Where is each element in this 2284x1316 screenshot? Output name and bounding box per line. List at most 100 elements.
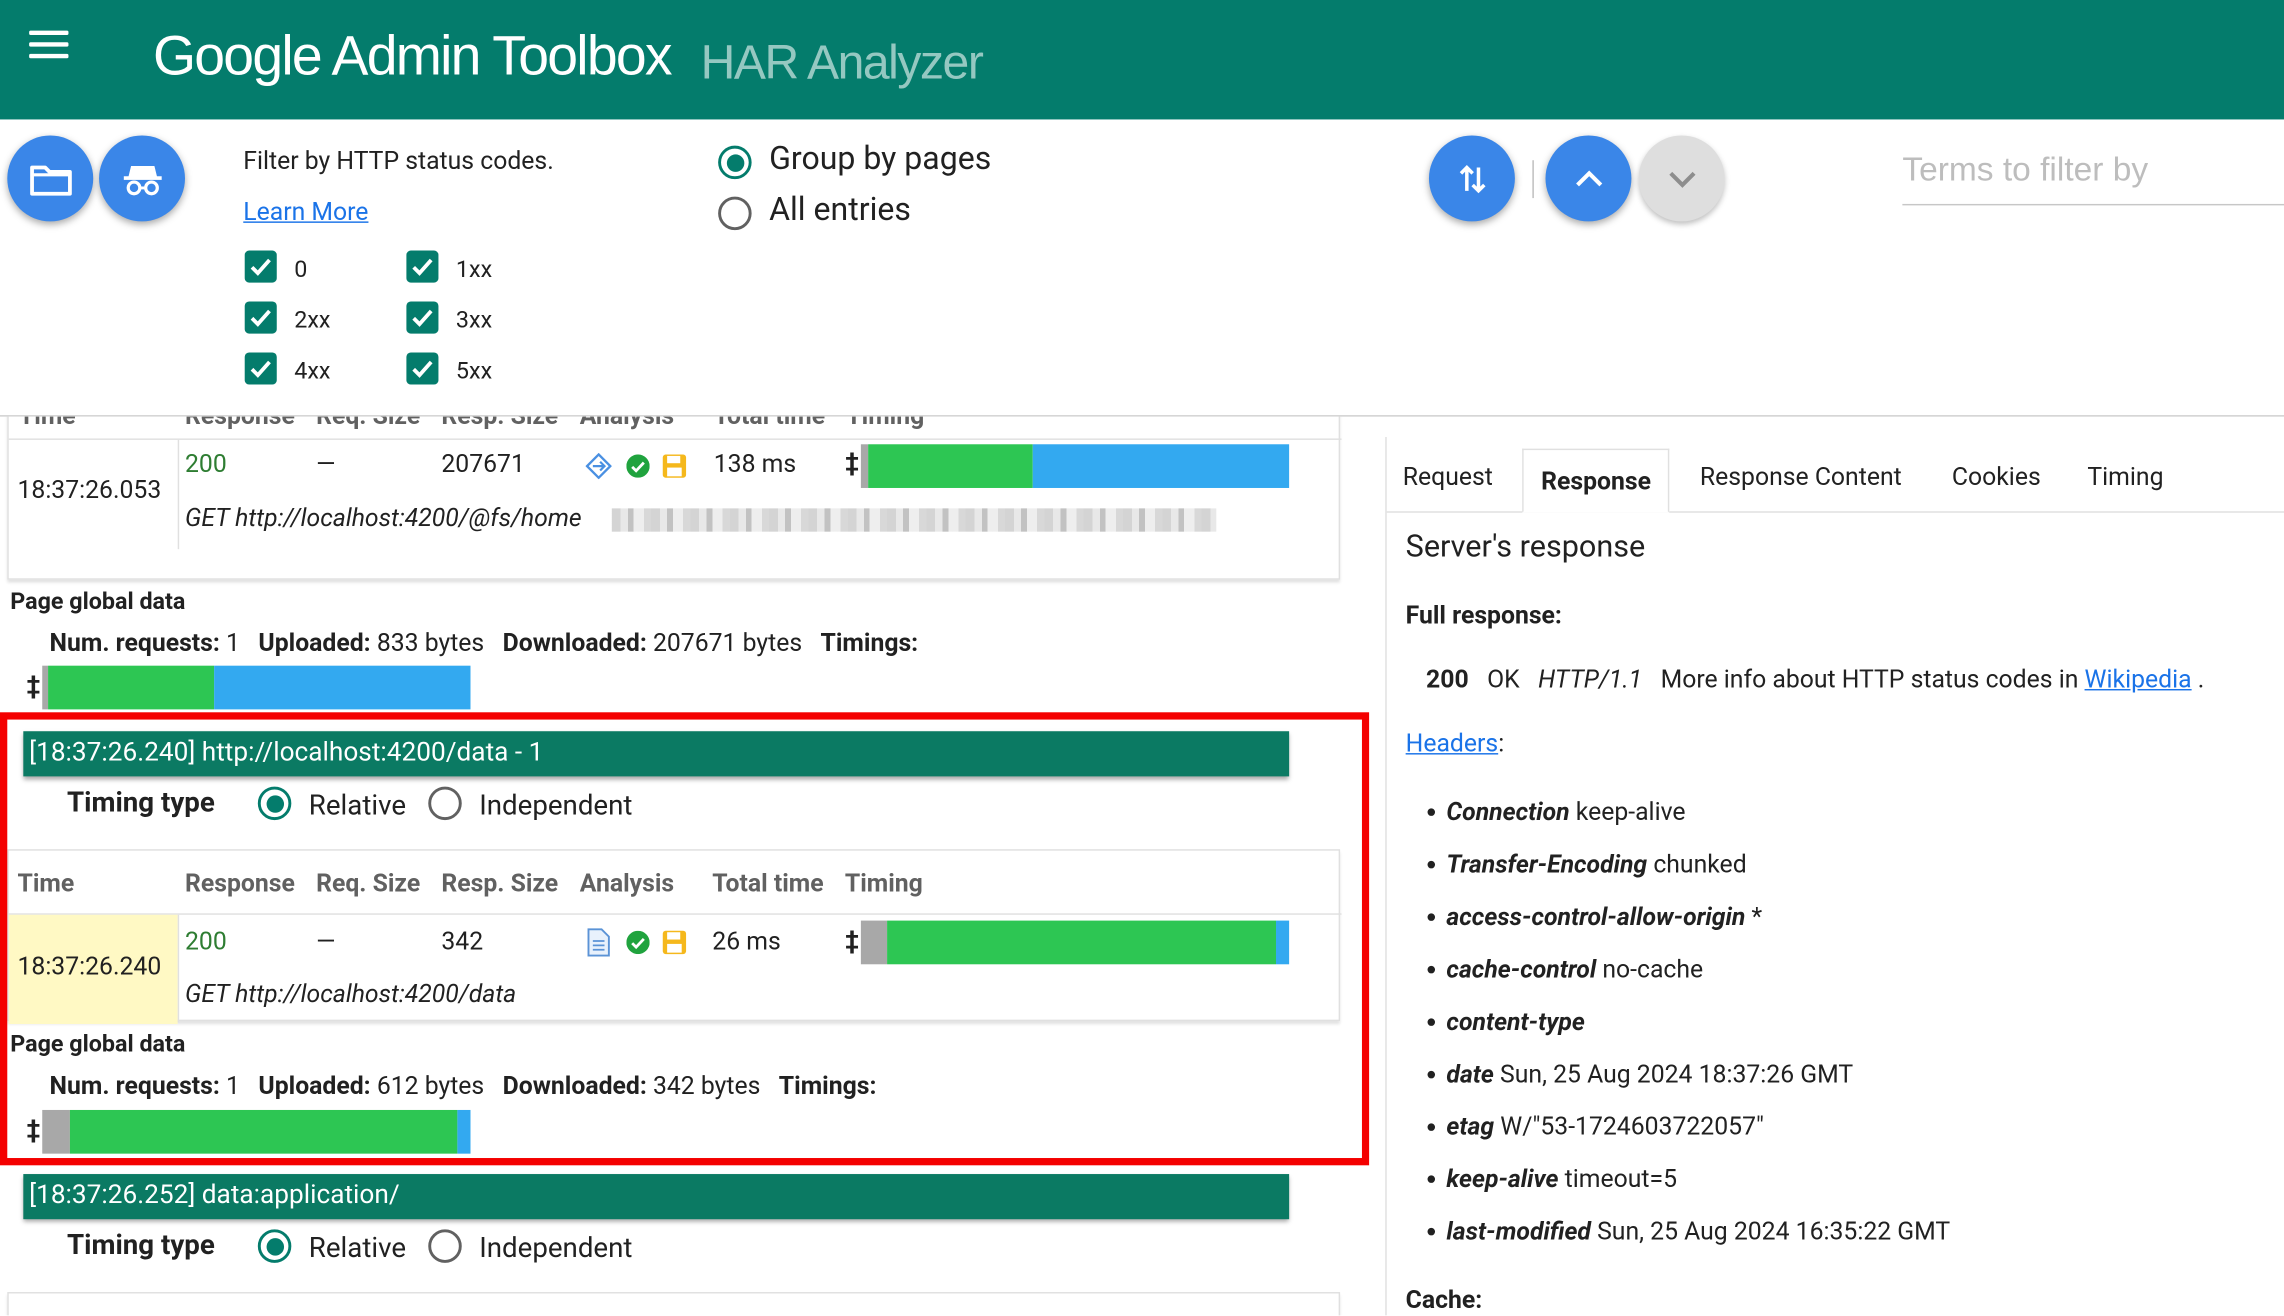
uploaded-label: Uploaded: [258, 629, 371, 659]
column-header-total-time[interactable]: Total time [714, 417, 825, 432]
app-subtitle: HAR Analyzer [700, 34, 984, 89]
radio-group-by-pages[interactable] [718, 145, 752, 180]
headers-link[interactable]: Headers [1406, 730, 1499, 759]
radio-timing-relative[interactable] [257, 1229, 292, 1263]
global-timing-receive [214, 665, 471, 710]
incognito-icon [123, 165, 161, 195]
status-text: OK [1487, 665, 1520, 695]
tab-request[interactable]: Request [1403, 463, 1493, 492]
header-key: etag [1446, 1112, 1495, 1143]
downloaded-label: Downloaded: [502, 629, 647, 659]
header-key: keep-alive [1446, 1165, 1559, 1195]
checkbox-label: 4xx [294, 356, 331, 385]
checkbox-label: 1xx [455, 254, 493, 283]
entry-status: 200 [184, 450, 227, 480]
timing-type-label: Timing type [67, 1227, 215, 1262]
scroll-down-button[interactable] [1638, 135, 1725, 222]
folder-icon [29, 164, 72, 195]
entries-table [7, 1292, 1341, 1316]
bullet: ● [1426, 1063, 1437, 1084]
header-key: access-control-allow-origin [1446, 903, 1746, 933]
checkbox-status-5xx[interactable] [406, 352, 439, 385]
header-value: Sun, 25 Aug 2024 18:37:26 GMT [1500, 1060, 1854, 1090]
tab-timing[interactable]: Timing [2087, 463, 2163, 492]
protocol: HTTP/1.1 [1538, 665, 1643, 695]
header-key: cache-control [1446, 955, 1597, 985]
radio-all-entries[interactable] [718, 196, 752, 231]
checkbox-label: 3xx [455, 305, 493, 334]
checkbox-label: 5xx [455, 356, 493, 385]
menu-icon[interactable] [29, 30, 69, 60]
bullet: ● [1426, 1010, 1437, 1032]
checkbox-status-3xx[interactable] [406, 301, 439, 334]
column-header-resp-size[interactable]: Resp. Size [441, 417, 558, 432]
header-item: ● Transfer-Encoding chunked [1426, 851, 1747, 880]
radio-label-independent: Independent [479, 1230, 633, 1265]
radio-label-group-by-pages: Group by pages [769, 141, 992, 178]
entry-total-time: 138 ms [713, 450, 797, 480]
column-header-timing[interactable]: Timing [846, 417, 924, 432]
check-icon [250, 309, 271, 327]
check-icon [250, 360, 271, 378]
header-item: ● access-control-allow-origin * [1426, 903, 1762, 932]
cache-label: Cache: [1405, 1286, 1483, 1316]
header-item: ● keep-alive timeout=5 [1426, 1165, 1677, 1194]
tab-response[interactable]: Response [1522, 448, 1670, 513]
page-header-bar[interactable]: [18:37:26.252] data:application/ [23, 1174, 1290, 1220]
header-value: W/"53-1724603722057" [1500, 1112, 1764, 1143]
column-header-response[interactable]: Response [185, 417, 295, 432]
save-disk-icon [662, 454, 687, 478]
bullet: ● [1426, 1168, 1437, 1189]
checkbox-status-2xx[interactable] [244, 301, 277, 334]
app-brand: Google Admin Toolbox [152, 26, 673, 88]
column-header-analysis[interactable]: Analysis [580, 417, 674, 432]
header-value: timeout=5 [1564, 1165, 1677, 1195]
bullet: ● [1426, 1220, 1437, 1242]
checkbox-status-0[interactable] [244, 250, 277, 283]
open-file-button[interactable] [7, 135, 94, 222]
bullet: ● [1426, 1115, 1437, 1137]
check-icon [412, 360, 433, 378]
entries-panel[interactable]: Time Response Req. Size Resp. Size Analy… [0, 416, 1370, 1316]
timing-marker: ‡ [844, 448, 860, 478]
full-response-label: Full response: [1405, 601, 1562, 631]
entry-url[interactable]: GET http://localhost:4200/@fs/home [185, 504, 582, 533]
header-key: Connection [1446, 798, 1570, 828]
terms-filter-input[interactable] [1902, 134, 2284, 206]
tab-response-content[interactable]: Response Content [1700, 463, 1902, 492]
chevron-up-icon [1575, 169, 1602, 186]
num-requests-label: Num. requests: [49, 629, 220, 659]
entry-resp-size: 207671 [441, 450, 525, 480]
bullet: ● [1426, 958, 1437, 979]
column-header-time[interactable]: Time [19, 417, 76, 432]
checkbox-status-1xx[interactable] [406, 250, 439, 283]
app-header: Google Admin Toolbox HAR Analyzer [0, 0, 2284, 120]
wikipedia-link[interactable]: Wikipedia [2085, 666, 2192, 695]
header-value: Sun, 25 Aug 2024 16:35:22 GMT [1597, 1217, 1951, 1247]
header-key: last-modified [1446, 1217, 1591, 1247]
radio-timing-independent[interactable] [428, 1229, 462, 1263]
check-icon [250, 258, 271, 276]
incognito-button[interactable] [99, 135, 185, 222]
check-circle-icon [626, 454, 650, 478]
tab-cookies[interactable]: Cookies [1952, 463, 2041, 492]
checkbox-status-4xx[interactable] [244, 352, 277, 385]
sort-icon [1459, 164, 1485, 193]
global-timing-wait [48, 665, 215, 710]
header-value: chunked [1653, 850, 1747, 880]
column-header-req-size[interactable]: Req. Size [316, 417, 420, 432]
header-item: ● etag W/"53-1724603722057" [1426, 1113, 1764, 1142]
learn-more-link[interactable]: Learn More [243, 198, 368, 227]
timing-bar-blocked [860, 444, 869, 488]
scroll-up-button[interactable] [1545, 135, 1632, 222]
header-item: ● content-type [1426, 1008, 1585, 1037]
timing-marker: ‡ [26, 671, 41, 701]
status-filter-title: Filter by HTTP status codes. [243, 147, 554, 177]
period: . [2197, 665, 2205, 695]
downloaded-value: 207671 bytes [652, 629, 803, 659]
header-value: keep-alive [1575, 798, 1686, 828]
header-key: date [1446, 1060, 1494, 1090]
more-info-text: More info about HTTP status codes in [1660, 665, 2079, 695]
header-item: ● last-modified Sun, 25 Aug 2024 16:35:22… [1426, 1218, 1950, 1247]
sort-button[interactable] [1428, 135, 1515, 222]
